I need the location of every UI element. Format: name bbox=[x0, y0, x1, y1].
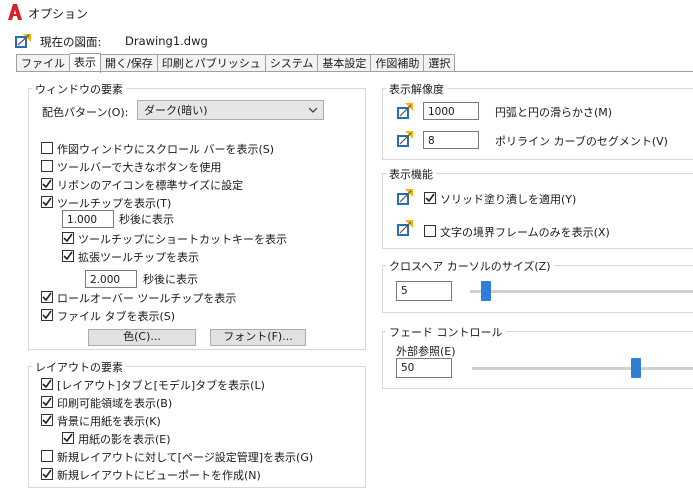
paper-background-label: 背景に用紙を表示(K) bbox=[57, 415, 161, 428]
fade-control-title: フェード コントロール bbox=[386, 324, 506, 340]
scrollbars-checkbox[interactable] bbox=[41, 142, 53, 154]
shortcut-keys-checkbox[interactable] bbox=[62, 232, 74, 244]
crosshair-size-input[interactable]: 5 bbox=[396, 281, 452, 301]
check-icon bbox=[42, 415, 52, 425]
tab-plot-publish[interactable]: 印刷とパブリッシュ bbox=[157, 54, 266, 72]
rollover-checkbox[interactable] bbox=[41, 291, 53, 303]
crosshair-slider-thumb[interactable] bbox=[481, 281, 492, 301]
check-icon bbox=[42, 469, 52, 479]
ribbon-icons-label: リボンのアイコンを標準サイズに設定 bbox=[57, 179, 244, 192]
chevron-down-icon bbox=[309, 107, 317, 113]
extended-tooltips-checkbox[interactable] bbox=[62, 250, 74, 262]
arc-smoothness-label: 円弧と円の滑らかさ(M) bbox=[495, 106, 613, 119]
printable-area-checkbox[interactable] bbox=[41, 396, 53, 408]
large-buttons-checkbox[interactable] bbox=[41, 160, 53, 172]
color-scheme-select[interactable]: ダーク(暗い) bbox=[137, 100, 324, 120]
xref-fade-input[interactable]: 50 bbox=[396, 358, 452, 378]
check-icon bbox=[63, 433, 73, 443]
paper-shadow-label: 用紙の影を表示(E) bbox=[78, 433, 171, 446]
check-icon bbox=[425, 193, 435, 203]
tab-display[interactable]: 表示 bbox=[70, 53, 101, 73]
solid-fill-checkbox[interactable] bbox=[424, 192, 436, 204]
tooltip-delay-input[interactable]: 1.000 bbox=[62, 210, 114, 228]
autocad-logo-icon bbox=[8, 4, 22, 20]
display-resolution-group bbox=[382, 88, 693, 160]
extended-delay-input[interactable]: 2.000 bbox=[85, 270, 137, 288]
viewport-label: 新規レイアウトにビューポートを作成(N) bbox=[57, 469, 261, 482]
tab-user-preferences[interactable]: 基本設定 bbox=[318, 54, 372, 72]
check-icon bbox=[42, 292, 52, 302]
tab-open-save[interactable]: 開く/保存 bbox=[101, 54, 158, 72]
shortcut-keys-label: ツールチップにショートカットキーを表示 bbox=[78, 233, 287, 246]
check-icon bbox=[42, 179, 52, 189]
check-icon bbox=[42, 379, 52, 389]
drawing-setting-icon bbox=[397, 220, 413, 236]
check-icon bbox=[42, 397, 52, 407]
xref-slider-track[interactable] bbox=[472, 367, 693, 370]
drawing-setting-icon bbox=[397, 131, 413, 147]
tooltips-checkbox[interactable] bbox=[41, 196, 53, 208]
check-icon bbox=[63, 233, 73, 243]
paper-shadow-checkbox[interactable] bbox=[62, 432, 74, 444]
crosshair-title: クロスヘア カーソルのサイズ(Z) bbox=[386, 258, 554, 274]
file-tabs-label: ファイル タブを表示(S) bbox=[57, 310, 176, 323]
solid-fill-label: ソリッド塗り潰しを適用(Y) bbox=[440, 193, 577, 206]
file-tabs-checkbox[interactable] bbox=[41, 309, 53, 321]
polyline-segments-label: ポリライン カーブのセグメント(V) bbox=[495, 135, 668, 148]
rollover-label: ロールオーバー ツールチップを表示 bbox=[57, 292, 237, 305]
drawing-setting-icon bbox=[397, 103, 413, 119]
title-bar: オプション bbox=[0, 0, 693, 26]
display-performance-title: 表示機能 bbox=[386, 166, 436, 182]
scrollbars-label: 作図ウィンドウにスクロール バーを表示(S) bbox=[57, 143, 275, 156]
page-setup-checkbox[interactable] bbox=[41, 450, 53, 462]
window-elements-title: ウィンドウの要素 bbox=[32, 81, 126, 97]
window-title: オプション bbox=[28, 7, 89, 21]
crosshair-slider-track[interactable] bbox=[470, 290, 693, 293]
printable-area-label: 印刷可能領域を表示(B) bbox=[57, 397, 173, 410]
text-boundary-checkbox[interactable] bbox=[424, 225, 436, 237]
tab-divider bbox=[16, 71, 693, 72]
drawing-setting-icon bbox=[397, 189, 413, 205]
check-icon bbox=[42, 310, 52, 320]
polyline-segments-input[interactable]: 8 bbox=[423, 131, 479, 149]
tab-drafting[interactable]: 作図補助 bbox=[371, 54, 425, 72]
tooltips-label: ツールチップを表示(T) bbox=[57, 197, 172, 210]
paper-background-checkbox[interactable] bbox=[41, 414, 53, 426]
layout-tabs-checkbox[interactable] bbox=[41, 378, 53, 390]
colors-button[interactable]: 色(C)... bbox=[88, 329, 196, 346]
extended-delay-suffix: 秒後に表示 bbox=[143, 273, 198, 286]
tab-bar: ファイル 表示 開く/保存 印刷とパブリッシュ システム 基本設定 作図補助 選… bbox=[16, 53, 456, 73]
layout-elements-title: レイアウトの要素 bbox=[32, 359, 126, 375]
xref-label: 外部参照(E) bbox=[396, 345, 456, 358]
check-icon bbox=[63, 251, 73, 261]
color-scheme-label: 配色パターン(O): bbox=[42, 106, 129, 119]
current-drawing-label: 現在の図面: bbox=[40, 35, 102, 49]
xref-slider-thumb[interactable] bbox=[630, 358, 641, 378]
large-buttons-label: ツールバーで大きなボタンを使用 bbox=[57, 161, 222, 174]
color-scheme-value: ダーク(暗い) bbox=[144, 104, 208, 117]
current-drawing-value: Drawing1.dwg bbox=[125, 34, 208, 48]
check-icon bbox=[42, 197, 52, 207]
tooltip-delay-suffix: 秒後に表示 bbox=[119, 213, 174, 226]
tab-selection[interactable]: 選択 bbox=[424, 54, 456, 72]
page-setup-label: 新規レイアウトに対して[ページ設定管理]を表示(G) bbox=[57, 451, 314, 464]
tab-files[interactable]: ファイル bbox=[16, 54, 70, 72]
ribbon-icons-checkbox[interactable] bbox=[41, 178, 53, 190]
viewport-checkbox[interactable] bbox=[41, 468, 53, 480]
fonts-button[interactable]: フォント(F)... bbox=[210, 329, 306, 346]
extended-tooltips-label: 拡張ツールチップを表示 bbox=[78, 251, 199, 264]
drawing-icon bbox=[15, 34, 31, 48]
layout-tabs-label: [レイアウト]タブと[モデル]タブを表示(L) bbox=[57, 379, 265, 392]
text-boundary-label: 文字の境界フレームのみを表示(X) bbox=[440, 226, 610, 239]
display-resolution-title: 表示解像度 bbox=[386, 81, 447, 97]
tab-system[interactable]: システム bbox=[265, 54, 319, 72]
arc-smoothness-input[interactable]: 1000 bbox=[423, 102, 479, 120]
